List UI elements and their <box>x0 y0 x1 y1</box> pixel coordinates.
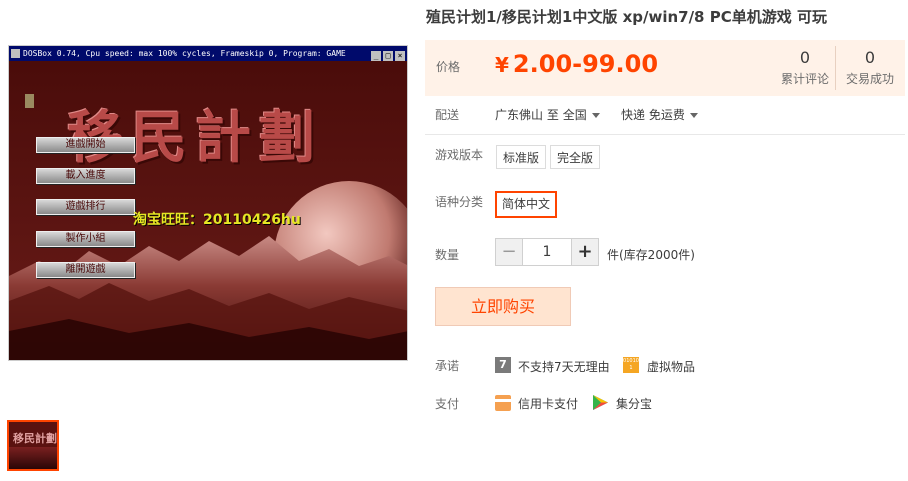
chevron-down-icon <box>591 113 600 118</box>
version-label: 游戏版本 <box>435 148 484 162</box>
ship-to: 全国 <box>562 108 587 122</box>
shipping-method-select[interactable]: 快递 免运费 <box>621 106 698 123</box>
promise-virtual-goods: 虚拟物品 <box>647 360 696 374</box>
currency-symbol: ¥ <box>495 53 509 77</box>
section-divider <box>425 134 905 135</box>
credit-card-icon <box>495 395 511 411</box>
language-option-simplified[interactable]: 简体中文 <box>495 191 558 218</box>
price-label: 价格 <box>436 60 461 74</box>
thumbnail-title: 移民計劃 <box>13 432 57 445</box>
game-screenshot: DOSBox 0.74, Cpu speed: max 100% cycles,… <box>8 45 408 361</box>
thumbnail-1[interactable]: 移民計劃 <box>7 420 59 471</box>
promise-label: 承诺 <box>435 359 460 373</box>
game-menu-load: 載入進度 <box>36 168 135 184</box>
watermark-text: 淘宝旺旺：20110426hu <box>133 212 301 228</box>
game-menu-credits: 製作小組 <box>36 231 135 247</box>
product-title: 殖民计划1/移民计划1中文版 xp/win7/8 PC单机游戏 可玩 <box>426 8 827 26</box>
price-value: ¥2.00-99.00 <box>495 50 658 78</box>
virtual-goods-icon: 010101 <box>623 357 639 373</box>
game-title-text: 移民計劃 <box>67 105 323 171</box>
quantity-decrease-button[interactable]: − <box>495 238 523 266</box>
language-label: 语种分类 <box>435 195 484 209</box>
version-option-complete[interactable]: 完全版 <box>550 145 601 169</box>
minimize-icon: _ <box>371 51 381 61</box>
price-range: 2.00-99.00 <box>512 50 659 78</box>
game-menu-ranking: 遊戲排行 <box>36 199 135 215</box>
stat-divider <box>835 46 836 90</box>
chevron-down-icon <box>689 113 698 118</box>
thumbnail-ground <box>9 447 57 469</box>
price-panel: 价格 ¥2.00-99.00 0 累计评论 0 交易成功 <box>425 40 905 96</box>
dosbox-title-text: DOSBox 0.74, Cpu speed: max 100% cycles,… <box>23 49 346 58</box>
promise-no-return: 不支持7天无理由 <box>518 360 610 374</box>
quantity-increase-button[interactable]: + <box>571 238 599 266</box>
maximize-icon: □ <box>383 51 393 61</box>
product-image-main[interactable]: DOSBox 0.74, Cpu speed: max 100% cycles,… <box>8 45 408 361</box>
dosbox-icon <box>11 49 20 58</box>
game-scene: 移民計劃 進戲開始 載入進度 遊戲排行 製作小組 離開遊戲 淘宝旺旺：20110… <box>9 61 407 360</box>
game-lamp-icon <box>25 94 34 108</box>
no-return-icon: 7 <box>495 357 511 373</box>
payment-credit-card: 信用卡支付 <box>518 397 579 411</box>
game-menu-exit: 離開遊戲 <box>36 262 135 278</box>
dosbox-title-bar: DOSBox 0.74, Cpu speed: max 100% cycles,… <box>9 46 407 61</box>
quantity-input[interactable]: 1 <box>523 238 571 266</box>
stock-info: 件(库存2000件) <box>607 248 695 262</box>
review-count: 0 <box>799 48 811 67</box>
sales-stat: 0 交易成功 <box>845 48 895 87</box>
ship-to-select[interactable]: 全国 <box>563 108 600 122</box>
close-icon: × <box>395 51 405 61</box>
jifenbao-icon <box>592 394 609 411</box>
payment-jifenbao: 集分宝 <box>616 397 653 411</box>
version-option-standard[interactable]: 标准版 <box>496 145 547 169</box>
ship-to-word: 至 <box>546 108 559 122</box>
shipping-label: 配送 <box>435 108 460 122</box>
shipping-method: 快递 免运费 <box>621 108 685 122</box>
shipping-route: 广东佛山 至 全国 <box>495 106 600 123</box>
review-label: 累计评论 <box>780 72 829 86</box>
game-menu-start: 進戲開始 <box>36 137 135 153</box>
quantity-label: 数量 <box>435 248 460 262</box>
sales-count: 0 <box>864 48 876 67</box>
payment-label: 支付 <box>435 397 460 411</box>
ship-from: 广东佛山 <box>495 108 544 122</box>
buy-now-button[interactable]: 立即购买 <box>435 287 571 326</box>
sales-label: 交易成功 <box>845 72 894 86</box>
review-stat[interactable]: 0 累计评论 <box>780 48 830 87</box>
